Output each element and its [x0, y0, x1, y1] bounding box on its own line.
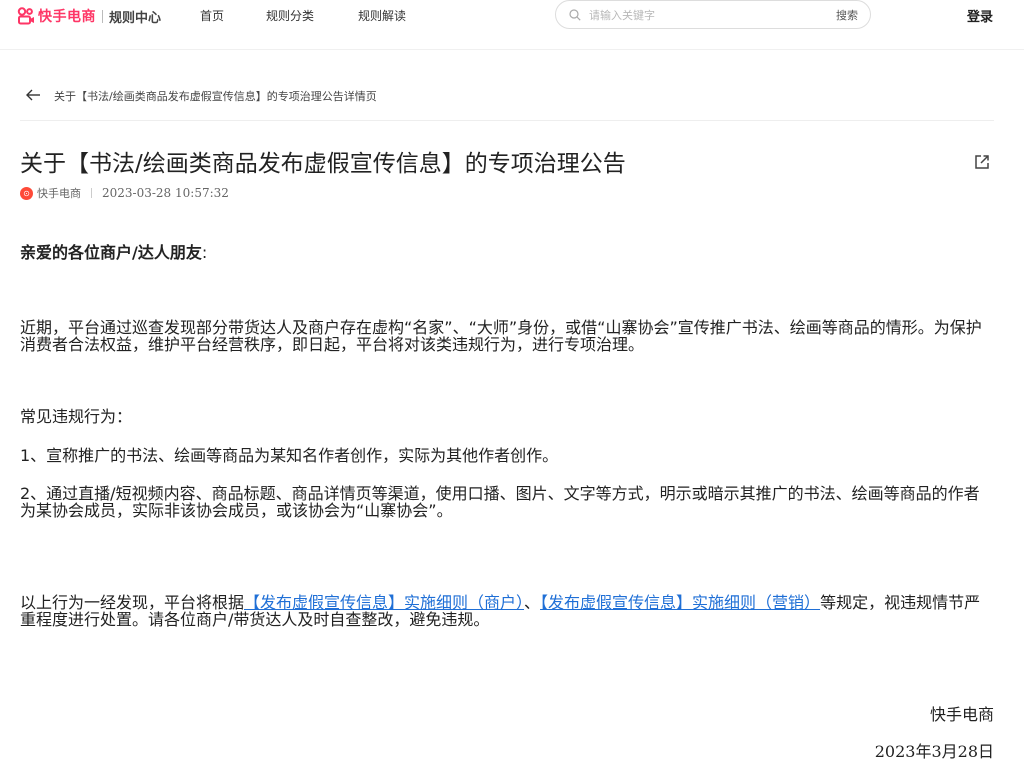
author-name: 快手电商 — [37, 187, 81, 200]
greeting-text: 亲爱的各位商户/达人朋友 — [20, 243, 202, 262]
brand-name: 快手电商 — [38, 9, 96, 25]
signature-org: 快手电商 — [929, 705, 994, 724]
greeting-colon: : — [201, 243, 208, 262]
back-arrow-icon[interactable] — [25, 88, 41, 102]
search-box: 搜索 — [555, 0, 871, 29]
search-icon — [569, 9, 581, 21]
violation-item-1: 1、宣称推广的书法、绘画等商品为某知名作者创作，实际为其他作者创作。 — [20, 446, 559, 465]
nav-rule-interpretation[interactable]: 规则解读 — [358, 7, 406, 24]
signature-date: 2023年3月28日 — [874, 742, 994, 761]
nav-rule-categories[interactable]: 规则分类 — [266, 7, 314, 24]
site-logo[interactable]: 快手电商 规则中心 — [17, 6, 161, 26]
article-meta: ⊙ 快手电商 2023-03-28 10:57:32 — [20, 185, 229, 201]
breadcrumb: 关于【书法/绘画类商品发布虚假宣传信息】的专项治理公告详情页 — [54, 90, 377, 103]
violations-heading: 常见违规行为： — [20, 407, 133, 426]
nav-home[interactable]: 首页 — [200, 7, 224, 24]
search-button[interactable]: 搜索 — [836, 7, 858, 23]
kuaishou-logo-icon — [17, 7, 34, 25]
closing-paragraph: 以上行为一经发现，平台将根据【发布虚假宣传信息】实施细则（商户）、【发布虚假宣传… — [20, 594, 995, 628]
login-button[interactable]: 登录 — [967, 6, 993, 25]
search-input[interactable] — [589, 7, 809, 23]
article-title: 关于【书法/绘画类商品发布虚假宣传信息】的专项治理公告 — [20, 151, 626, 177]
intro-paragraph: 近期，平台通过巡查发现部分带货达人及商户存在虚构“名家”、“大师”身份，或借“山… — [20, 318, 982, 354]
top-navigation-bar: 快手电商 规则中心 首页 规则分类 规则解读 搜索 登录 — [0, 0, 1024, 50]
rule-link-marketing[interactable]: 【发布虚假宣传信息】实施细则（营销） — [540, 593, 820, 612]
violation-item-2: 2、通过直播/短视频内容、商品标题、商品详情页等渠道，使用口播、图片、文字等方式… — [20, 484, 980, 520]
greeting: 亲爱的各位商户/达人朋友: — [20, 244, 995, 261]
meta-divider — [91, 188, 92, 198]
closing-middle: 、 — [524, 593, 541, 612]
logo-divider — [102, 9, 103, 23]
section-name: 规则中心 — [109, 10, 162, 26]
header-divider — [20, 120, 994, 121]
author-avatar-icon: ⊙ — [20, 186, 33, 200]
share-external-icon[interactable] — [973, 153, 991, 171]
publish-time: 2023-03-28 10:57:32 — [102, 186, 229, 200]
